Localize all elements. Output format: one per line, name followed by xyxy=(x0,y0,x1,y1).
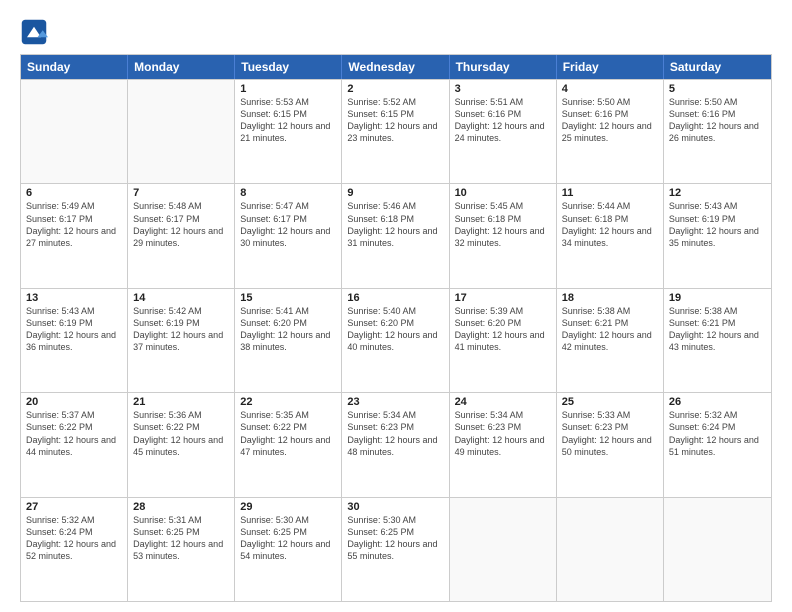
day-cell-3: 3Sunrise: 5:51 AM Sunset: 6:16 PM Daylig… xyxy=(450,80,557,183)
day-cell-25: 25Sunrise: 5:33 AM Sunset: 6:23 PM Dayli… xyxy=(557,393,664,496)
day-cell-26: 26Sunrise: 5:32 AM Sunset: 6:24 PM Dayli… xyxy=(664,393,771,496)
day-cell-30: 30Sunrise: 5:30 AM Sunset: 6:25 PM Dayli… xyxy=(342,498,449,601)
calendar-row-2: 6Sunrise: 5:49 AM Sunset: 6:17 PM Daylig… xyxy=(21,183,771,287)
day-cell-29: 29Sunrise: 5:30 AM Sunset: 6:25 PM Dayli… xyxy=(235,498,342,601)
empty-cell xyxy=(21,80,128,183)
header-cell-saturday: Saturday xyxy=(664,55,771,79)
day-cell-19: 19Sunrise: 5:38 AM Sunset: 6:21 PM Dayli… xyxy=(664,289,771,392)
day-cell-28: 28Sunrise: 5:31 AM Sunset: 6:25 PM Dayli… xyxy=(128,498,235,601)
day-cell-1: 1Sunrise: 5:53 AM Sunset: 6:15 PM Daylig… xyxy=(235,80,342,183)
calendar-row-1: 1Sunrise: 5:53 AM Sunset: 6:15 PM Daylig… xyxy=(21,79,771,183)
header-cell-tuesday: Tuesday xyxy=(235,55,342,79)
day-cell-8: 8Sunrise: 5:47 AM Sunset: 6:17 PM Daylig… xyxy=(235,184,342,287)
day-cell-7: 7Sunrise: 5:48 AM Sunset: 6:17 PM Daylig… xyxy=(128,184,235,287)
day-cell-17: 17Sunrise: 5:39 AM Sunset: 6:20 PM Dayli… xyxy=(450,289,557,392)
day-cell-16: 16Sunrise: 5:40 AM Sunset: 6:20 PM Dayli… xyxy=(342,289,449,392)
empty-cell xyxy=(128,80,235,183)
day-cell-5: 5Sunrise: 5:50 AM Sunset: 6:16 PM Daylig… xyxy=(664,80,771,183)
logo xyxy=(20,18,52,46)
day-cell-27: 27Sunrise: 5:32 AM Sunset: 6:24 PM Dayli… xyxy=(21,498,128,601)
logo-icon xyxy=(20,18,48,46)
empty-cell xyxy=(557,498,664,601)
empty-cell xyxy=(664,498,771,601)
header-cell-wednesday: Wednesday xyxy=(342,55,449,79)
calendar-row-3: 13Sunrise: 5:43 AM Sunset: 6:19 PM Dayli… xyxy=(21,288,771,392)
header-cell-thursday: Thursday xyxy=(450,55,557,79)
day-cell-18: 18Sunrise: 5:38 AM Sunset: 6:21 PM Dayli… xyxy=(557,289,664,392)
day-cell-14: 14Sunrise: 5:42 AM Sunset: 6:19 PM Dayli… xyxy=(128,289,235,392)
day-cell-9: 9Sunrise: 5:46 AM Sunset: 6:18 PM Daylig… xyxy=(342,184,449,287)
day-cell-2: 2Sunrise: 5:52 AM Sunset: 6:15 PM Daylig… xyxy=(342,80,449,183)
day-cell-10: 10Sunrise: 5:45 AM Sunset: 6:18 PM Dayli… xyxy=(450,184,557,287)
header-cell-monday: Monday xyxy=(128,55,235,79)
header-cell-friday: Friday xyxy=(557,55,664,79)
day-cell-6: 6Sunrise: 5:49 AM Sunset: 6:17 PM Daylig… xyxy=(21,184,128,287)
empty-cell xyxy=(450,498,557,601)
calendar-header: SundayMondayTuesdayWednesdayThursdayFrid… xyxy=(21,55,771,79)
day-cell-24: 24Sunrise: 5:34 AM Sunset: 6:23 PM Dayli… xyxy=(450,393,557,496)
header-cell-sunday: Sunday xyxy=(21,55,128,79)
day-cell-20: 20Sunrise: 5:37 AM Sunset: 6:22 PM Dayli… xyxy=(21,393,128,496)
calendar: SundayMondayTuesdayWednesdayThursdayFrid… xyxy=(20,54,772,602)
calendar-body: 1Sunrise: 5:53 AM Sunset: 6:15 PM Daylig… xyxy=(21,79,771,601)
day-cell-4: 4Sunrise: 5:50 AM Sunset: 6:16 PM Daylig… xyxy=(557,80,664,183)
day-cell-15: 15Sunrise: 5:41 AM Sunset: 6:20 PM Dayli… xyxy=(235,289,342,392)
day-cell-22: 22Sunrise: 5:35 AM Sunset: 6:22 PM Dayli… xyxy=(235,393,342,496)
day-cell-23: 23Sunrise: 5:34 AM Sunset: 6:23 PM Dayli… xyxy=(342,393,449,496)
day-cell-21: 21Sunrise: 5:36 AM Sunset: 6:22 PM Dayli… xyxy=(128,393,235,496)
day-cell-12: 12Sunrise: 5:43 AM Sunset: 6:19 PM Dayli… xyxy=(664,184,771,287)
calendar-row-5: 27Sunrise: 5:32 AM Sunset: 6:24 PM Dayli… xyxy=(21,497,771,601)
day-cell-13: 13Sunrise: 5:43 AM Sunset: 6:19 PM Dayli… xyxy=(21,289,128,392)
calendar-row-4: 20Sunrise: 5:37 AM Sunset: 6:22 PM Dayli… xyxy=(21,392,771,496)
day-cell-11: 11Sunrise: 5:44 AM Sunset: 6:18 PM Dayli… xyxy=(557,184,664,287)
